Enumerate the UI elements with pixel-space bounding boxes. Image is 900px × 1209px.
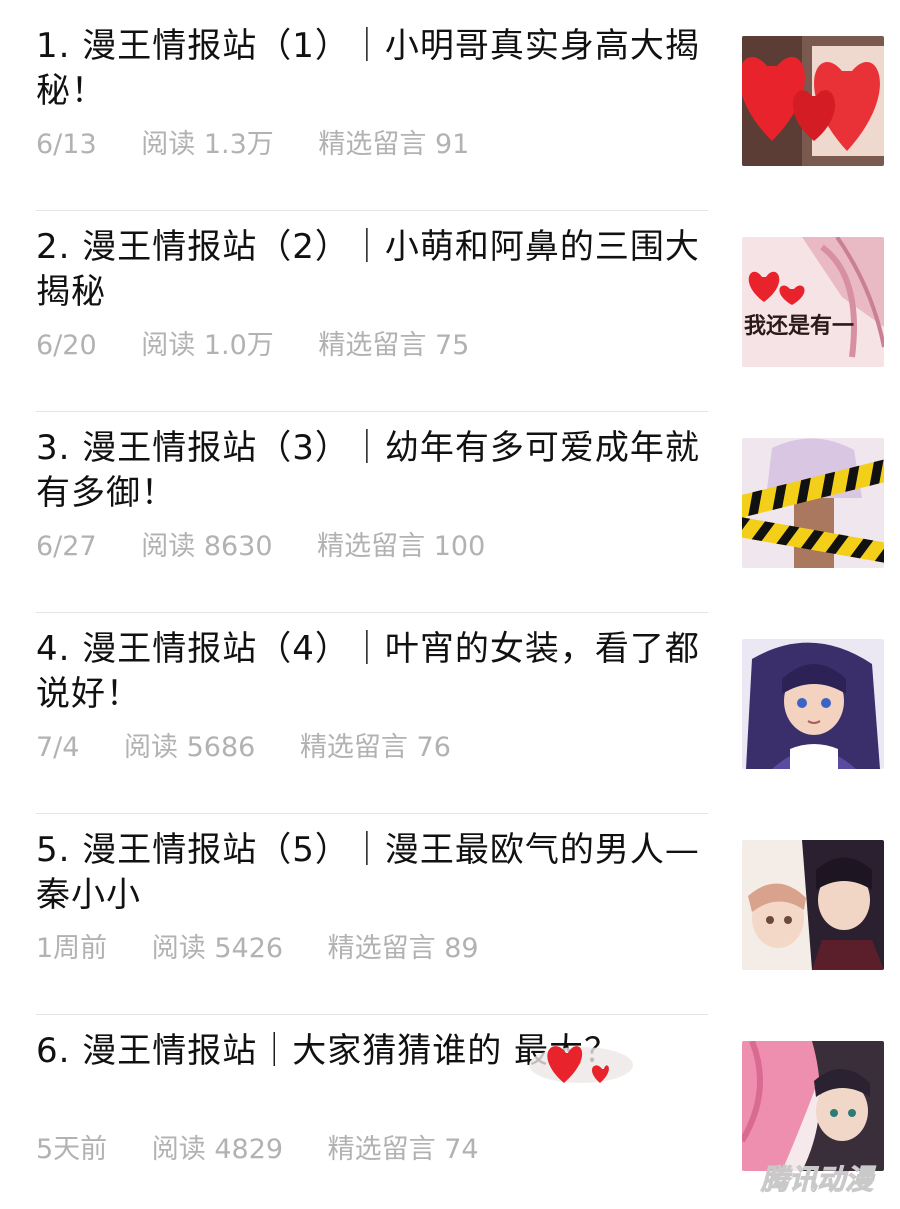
article-comments: 精选留言 91 (318, 129, 470, 160)
article-meta: 6/20 阅读 1.0万 精选留言 75 (36, 329, 469, 363)
article-date: 7/4 (36, 732, 80, 763)
watermark-logo: 腾讯动漫 (760, 1163, 873, 1197)
thumbnail-caption: 我还是有一 (744, 313, 854, 339)
comic-panel-thumbnail-icon: 我还是有一 (742, 237, 884, 367)
article-item-3[interactable]: 3. 漫王情报站（3）｜幼年有多可爱成年就有多御！ 6/27 阅读 8630 精… (36, 402, 900, 613)
article-reads: 阅读 5426 (151, 933, 284, 964)
article-comments: 精选留言 74 (327, 1134, 479, 1165)
article-title[interactable]: 3. 漫王情报站（3）｜幼年有多可爱成年就有多御！ (36, 426, 708, 516)
article-item-4[interactable]: 4. 漫王情报站（4）｜叶宵的女装，看了都说好！ 7/4 阅读 5686 精选留… (36, 603, 900, 814)
article-reads: 阅读 8630 (141, 531, 273, 562)
caution-tape-thumbnail-icon (742, 438, 884, 568)
hearts-sticker-icon (529, 1046, 633, 1083)
article-item-5[interactable]: 5. 漫王情报站（5）｜漫王最欧气的男人—秦小小 1周前 阅读 5426 精选留… (36, 804, 900, 1015)
article-thumbnail[interactable] (742, 840, 884, 970)
article-meta: 5天前 阅读 4829 精选留言 74 (36, 1133, 479, 1167)
article-meta: 6/27 阅读 8630 精选留言 100 (36, 530, 485, 564)
article-thumbnail[interactable] (742, 36, 884, 166)
article-date: 6/27 (36, 531, 97, 562)
article-date: 5天前 (36, 1134, 108, 1165)
article-date: 6/13 (36, 129, 97, 160)
article-meta: 6/13 阅读 1.3万 精选留言 91 (36, 128, 469, 162)
hearts-thumbnail-icon (742, 36, 884, 166)
article-item-1[interactable]: 1. 漫王情报站（1）｜小明哥真实身高大揭秘！ 6/13 阅读 1.3万 精选留… (36, 0, 900, 211)
article-comments: 精选留言 89 (327, 933, 479, 964)
article-title[interactable]: 2. 漫王情报站（2）｜小萌和阿鼻的三围大揭秘 (36, 225, 708, 315)
pink-hair-thumbnail-icon (742, 1041, 884, 1171)
article-date: 1周前 (36, 933, 108, 964)
article-meta: 7/4 阅读 5686 精选留言 76 (36, 731, 451, 765)
article-comments: 精选留言 100 (317, 531, 486, 562)
couple-thumbnail-icon (742, 840, 884, 970)
article-meta: 1周前 阅读 5426 精选留言 89 (36, 932, 479, 966)
article-reads: 阅读 4829 (151, 1134, 284, 1165)
article-comments: 精选留言 76 (299, 732, 451, 763)
article-title[interactable]: 4. 漫王情报站（4）｜叶宵的女装，看了都说好！ (36, 627, 708, 717)
article-thumbnail[interactable] (742, 639, 884, 769)
article-date: 6/20 (36, 330, 97, 361)
article-reads: 阅读 5686 (124, 732, 256, 763)
article-title[interactable]: 1. 漫王情报站（1）｜小明哥真实身高大揭秘！ (36, 24, 708, 114)
character-portrait-thumbnail-icon (742, 639, 884, 769)
article-thumbnail[interactable]: 我还是有一 (742, 237, 884, 367)
article-comments: 精选留言 75 (318, 330, 470, 361)
article-reads: 阅读 1.3万 (141, 129, 274, 160)
article-title[interactable]: 5. 漫王情报站（5）｜漫王最欧气的男人—秦小小 (36, 828, 708, 918)
article-thumbnail[interactable] (742, 1041, 884, 1171)
article-item-2[interactable]: 2. 漫王情报站（2）｜小萌和阿鼻的三围大揭秘 6/20 阅读 1.0万 精选留… (36, 201, 900, 412)
article-reads: 阅读 1.0万 (141, 330, 274, 361)
article-thumbnail[interactable] (742, 438, 884, 568)
